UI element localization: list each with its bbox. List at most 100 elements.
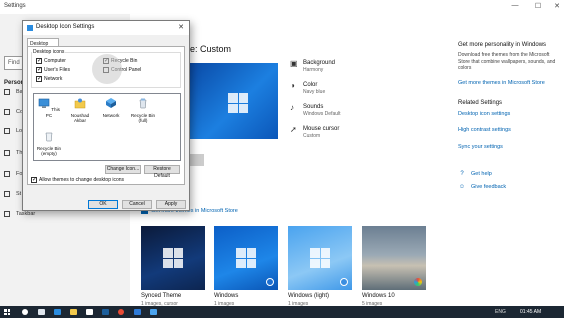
nav-item-label: St [16, 191, 22, 197]
theme-name: Windows (light) [288, 293, 330, 299]
restore-default-button[interactable]: Restore Default [144, 165, 180, 179]
checkbox-checked-icon: ✓ [31, 177, 38, 183]
nav-item-label: Taskbar [16, 211, 36, 217]
right-column: Get more personality in Windows Download… [458, 42, 558, 190]
desktop-icon-list: This PC Noushad Akbar Network Recycle Bi… [33, 93, 181, 161]
icon-label: Recycle Bin (full) [130, 112, 156, 124]
maximize-button[interactable]: ☐ [531, 2, 545, 10]
user-folder-icon [74, 98, 86, 109]
checkbox-label: Allow themes to change desktop icons [39, 177, 125, 183]
desktop-icon [27, 25, 33, 31]
accent-dot [266, 278, 274, 286]
theme-tile-synced[interactable] [141, 226, 205, 290]
group-label: Desktop icons [32, 49, 66, 55]
settings-titlebar: Settings — ☐ ✕ [0, 0, 564, 14]
ok-button[interactable]: OK [88, 200, 118, 209]
personality-description: Download free themes from the Microsoft … [458, 52, 556, 71]
icon-recycle-bin-full[interactable]: Recycle Bin (full) [130, 97, 156, 124]
nav-item-taskbar[interactable]: Taskbar [4, 211, 124, 217]
app-icon[interactable] [134, 309, 141, 315]
store-link[interactable]: Get more themes in Microsoft Store [458, 80, 545, 86]
minimize-button[interactable]: — [508, 2, 522, 9]
theme-name: Synced Theme [141, 293, 182, 299]
colors-icon [4, 109, 10, 115]
clock[interactable]: 01:45 AM [520, 309, 541, 315]
related-heading: Related Settings [458, 100, 503, 106]
icon-user-folder[interactable]: Noushad Akbar [67, 97, 93, 124]
close-button[interactable]: ✕ [550, 2, 564, 10]
start-button[interactable] [4, 309, 10, 315]
change-icon-button[interactable]: Change Icon... [105, 165, 141, 174]
property-value: Harmony [303, 67, 324, 73]
help-icon: ? [460, 171, 464, 177]
checkbox-network[interactable]: ✓ Network [36, 76, 62, 82]
checkbox-checked-icon: ✓ [36, 58, 43, 64]
sounds-property[interactable]: ♪ Sounds Windows Default [290, 104, 341, 118]
theme-tile-windows-light[interactable] [288, 226, 352, 290]
checkbox-checked-icon: ✓ [36, 67, 43, 73]
accent-dot [414, 278, 422, 286]
edge-icon[interactable] [54, 309, 61, 315]
property-name: Color [303, 82, 318, 88]
icon-network[interactable]: Network [98, 97, 124, 118]
property-name: Mouse cursor [303, 126, 340, 132]
property-value: Windows Default [303, 111, 341, 117]
checkbox-label: Computer [44, 58, 66, 64]
page-title: e: Custom [190, 44, 232, 54]
cancel-button[interactable]: Cancel [122, 200, 152, 209]
settings-icon[interactable] [150, 309, 157, 315]
windows-logo-icon [236, 248, 256, 268]
background-icon: ▣ [290, 59, 298, 68]
personality-heading: Get more personality in Windows [458, 42, 547, 48]
icon-this-pc[interactable]: This PC [36, 97, 62, 118]
search-icon[interactable] [22, 309, 28, 315]
file-explorer-icon[interactable] [70, 309, 77, 315]
fonts-icon [4, 171, 10, 177]
network-icon [106, 98, 116, 108]
dialog-close-button[interactable]: ✕ [178, 23, 184, 31]
icon-label: Noushad Akbar [70, 112, 90, 124]
feedback-icon: ☺ [458, 184, 466, 190]
high-contrast-link[interactable]: High contrast settings [458, 127, 511, 133]
window-title: Settings [4, 3, 26, 9]
task-view-icon[interactable] [38, 309, 45, 315]
windows-logo-icon [163, 248, 183, 268]
theme-tile-windows10[interactable] [362, 226, 426, 290]
windows-logo-icon [310, 248, 330, 268]
icon-recycle-bin-empty[interactable]: Recycle Bin (empty) [36, 130, 62, 157]
language-indicator[interactable]: ENG [495, 309, 506, 315]
sync-settings-link[interactable]: Sync your settings [458, 144, 503, 150]
desktop-icon-settings-link[interactable]: Desktop icon settings [458, 111, 510, 117]
preview-button[interactable] [190, 154, 204, 166]
theme-name: Windows [214, 293, 239, 299]
apply-button[interactable]: Apply [156, 200, 186, 209]
taskbar: ENG 01:45 AM [0, 306, 564, 318]
store-icon[interactable] [86, 309, 93, 315]
background-property[interactable]: ▣ Background Harmony [290, 60, 335, 74]
background-icon [4, 89, 10, 95]
checkbox-allow-themes[interactable]: ✓ Allow themes to change desktop icons [31, 177, 124, 183]
chrome-icon[interactable] [118, 309, 124, 315]
theme-name: Windows 10 [362, 293, 395, 299]
checkbox-computer[interactable]: ✓ Computer [36, 58, 66, 64]
theme-preview [190, 63, 278, 139]
icon-label: Network [102, 112, 120, 118]
get-help-link[interactable]: ? Get help [458, 171, 491, 177]
property-value: Navy blue [303, 89, 326, 95]
windows-logo-icon [228, 93, 248, 113]
checkbox-label: User's Files [44, 67, 70, 73]
checkbox-users-files[interactable]: ✓ User's Files [36, 67, 70, 73]
give-feedback-link[interactable]: ☺ Give feedback [458, 184, 506, 190]
dialog-title: Desktop Icon Settings [36, 24, 95, 30]
theme-tile-windows[interactable] [214, 226, 278, 290]
feedback-label: Give feedback [471, 184, 507, 190]
property-value: Custom [303, 133, 321, 139]
mail-icon[interactable] [102, 309, 109, 315]
color-property[interactable]: ◑ Color Navy blue [290, 82, 325, 96]
cursor-property[interactable]: ➚ Mouse cursor Custom [290, 126, 339, 140]
start-icon [4, 191, 10, 197]
recycle-bin-empty-icon [45, 132, 53, 142]
desktop-icon-settings-dialog: Desktop Icon Settings ✕ Desktop Icons De… [22, 20, 190, 211]
accent-dot [340, 278, 348, 286]
search-placeholder: Find [8, 60, 20, 66]
